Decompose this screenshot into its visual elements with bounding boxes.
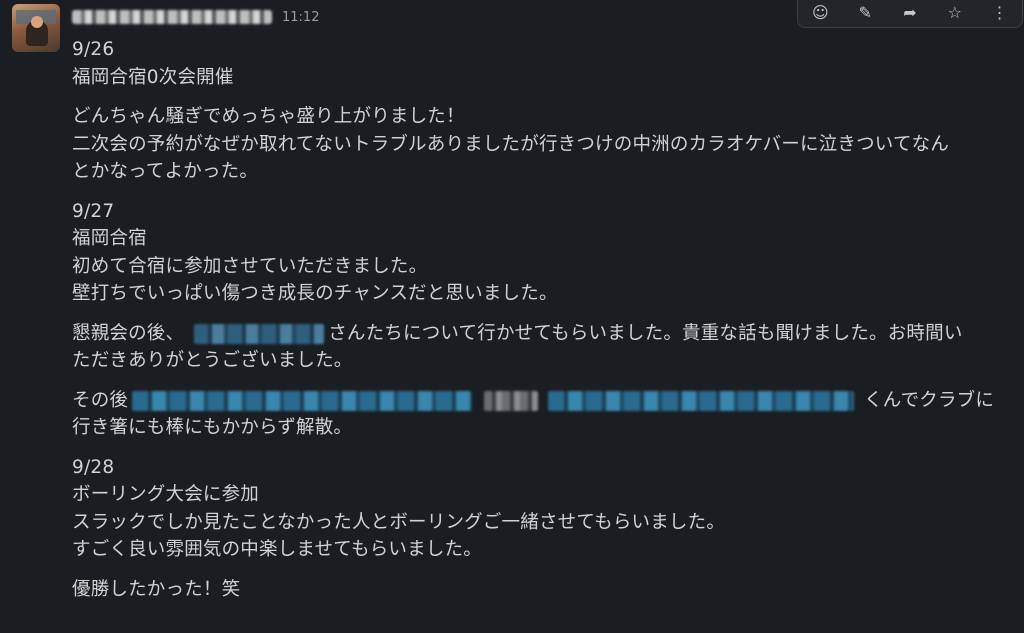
message-line: 9/26 [72,39,115,60]
message-line: すごく良い雰囲気の中楽しませてもらいました。 [72,539,482,560]
message-text: その後 [72,389,129,411]
message-line: 福岡合宿0次会開催 [72,66,234,88]
message-line: その後 くんでクラブに [72,387,1022,415]
message-line: 9/27 [72,200,115,222]
forward-icon[interactable]: ➦ [899,3,921,22]
message-line: 優勝したかった！笑 [72,578,241,600]
message-line: ボーリング大会に参加 [72,484,260,505]
redacted-text [484,390,539,411]
message-text: くんでクラブに [864,389,995,411]
message-line: 行き箸にも棒にもかからず解散。 [72,417,353,438]
message-line: 福岡合宿 [72,228,147,249]
redacted-mention[interactable] [132,390,473,411]
redacted-mention[interactable] [194,323,325,344]
author-name-redacted[interactable] [72,10,272,24]
bookmark-icon[interactable]: ☆ [944,3,966,22]
message-line: ただきありがとうございました。 [72,350,353,371]
message-actions-toolbar: ☺ ✎ ➦ ☆ ⋮ [797,0,1023,28]
more-actions-icon[interactable]: ⋮ [989,3,1011,22]
message-text: 懇親会の後、 [72,322,185,344]
message-text: さんたちについて行かせてもらいました。貴重な話も聞けました。お時間い [328,322,963,344]
message-body: 9/26 福岡合宿0次会開催 どんちゃん騒ぎでめっちゃ盛り上がりました！ 二次会… [72,36,1022,603]
message-line: どんちゃん騒ぎでめっちゃ盛り上がりました！ [72,106,465,127]
message-line: 懇親会の後、 さんたちについて行かせてもらいました。貴重な話も聞けました。お時間い [72,320,1022,348]
message-line: 壁打ちでいっぱい傷つき成長のチャンスだと思いました。 [72,283,558,304]
message-timestamp[interactable]: 11:12 [282,10,319,25]
message-line: 初めて合宿に参加させていただきました。 [72,255,428,277]
message-line: スラックでしか見たことなかった人とボーリングご一緒させてもらいました。 [72,511,726,533]
redacted-mention[interactable] [548,390,855,411]
message-line: 二次会の予約がなぜか取れてないトラブルありましたが行きつけの中洲のカラオケバーに… [72,133,950,155]
message-header: 11:12 [72,6,319,28]
message-line: とかなってよかった。 [72,161,259,182]
emoji-reaction-icon[interactable]: ☺ [809,3,831,22]
message-line: 9/28 [72,456,115,478]
reply-thread-icon[interactable]: ✎ [854,3,876,22]
avatar-face [31,16,43,28]
avatar[interactable] [12,4,60,52]
